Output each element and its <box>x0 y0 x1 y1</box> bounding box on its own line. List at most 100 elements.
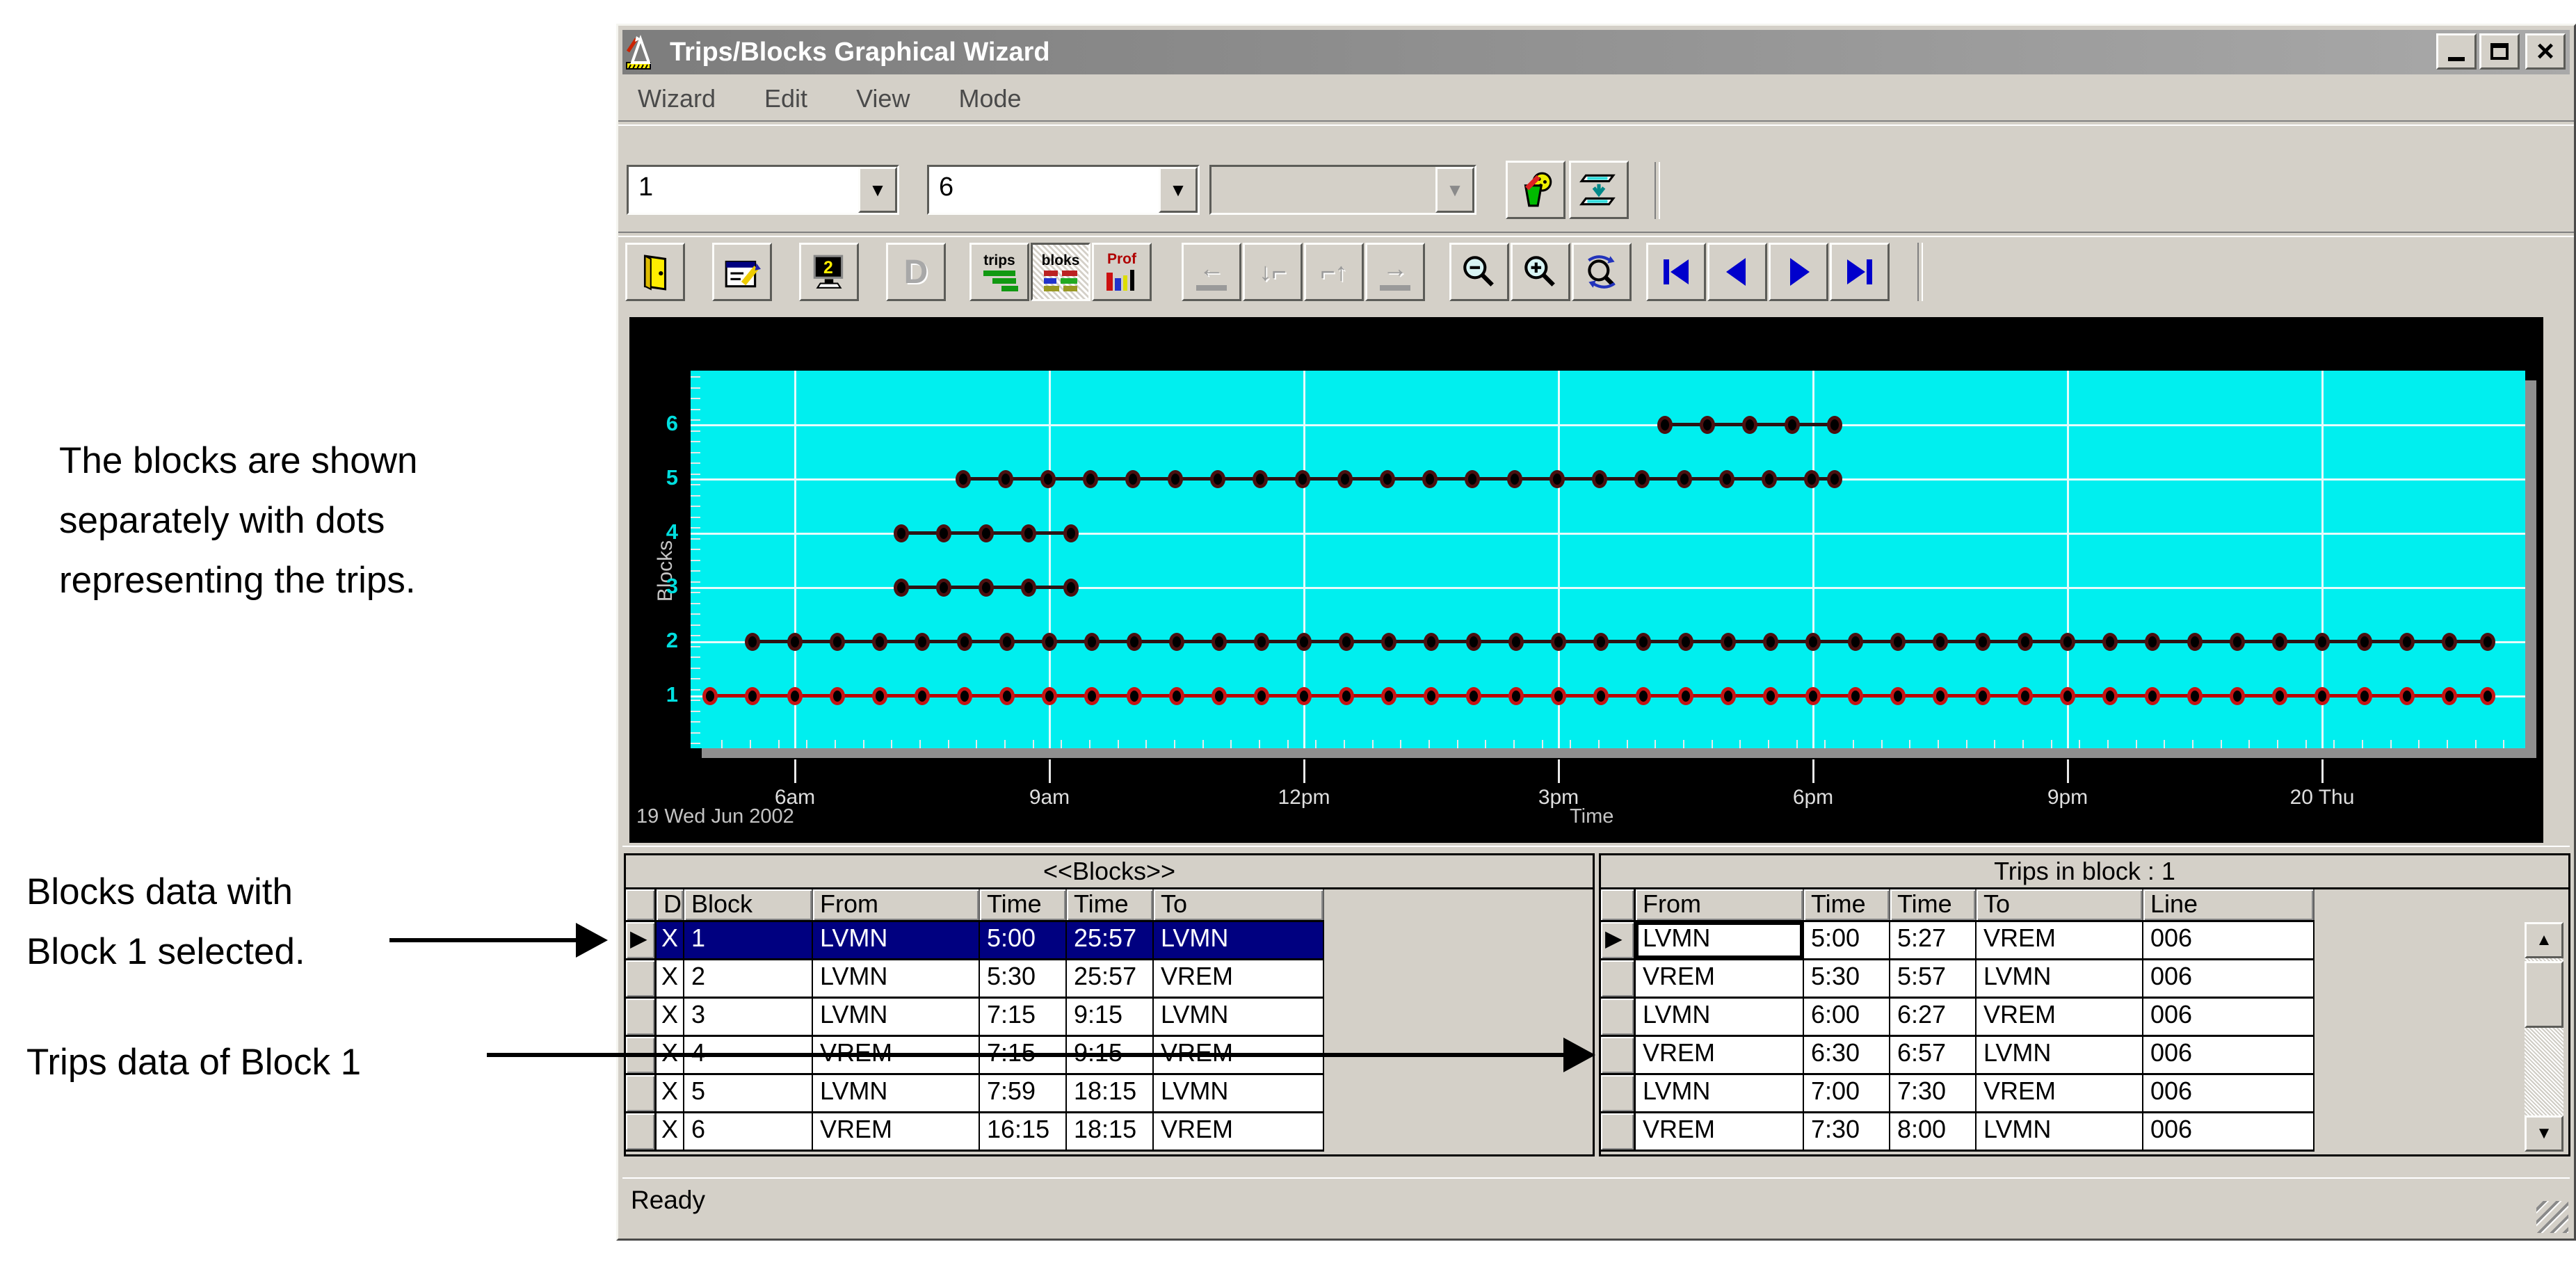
trip-dot[interactable] <box>1381 633 1396 651</box>
column-header[interactable]: From <box>1636 889 1804 920</box>
trip-dot[interactable] <box>830 633 845 651</box>
trip-dot[interactable] <box>1169 687 1184 705</box>
trip-dot[interactable] <box>2102 633 2118 651</box>
trip-dot[interactable] <box>1084 687 1100 705</box>
trip-dot[interactable] <box>999 687 1015 705</box>
table-cell[interactable]: LVMN <box>813 922 980 958</box>
trip-dot[interactable] <box>2145 633 2160 651</box>
chevron-down-icon[interactable]: ▼ <box>1159 167 1198 213</box>
trip-dot[interactable] <box>2315 633 2330 651</box>
trip-dot[interactable] <box>1636 633 1651 651</box>
table-cell[interactable]: X <box>657 922 684 958</box>
table-cell[interactable]: 16:15 <box>980 1113 1067 1150</box>
column-header[interactable]: To <box>1154 889 1324 920</box>
trip-dot[interactable] <box>1168 470 1183 488</box>
trip-dot[interactable] <box>1592 470 1607 488</box>
trip-dot[interactable] <box>1422 470 1438 488</box>
scroll-up-button[interactable]: ▲ <box>2525 922 2563 958</box>
plot-area[interactable] <box>691 371 2525 748</box>
trip-dot[interactable] <box>2230 687 2245 705</box>
scrollbar-thumb[interactable] <box>2525 961 2563 1028</box>
minimize-button[interactable] <box>2436 33 2477 70</box>
table-cell[interactable]: VREM <box>1636 960 1804 997</box>
chevron-down-icon[interactable]: ▼ <box>858 167 897 213</box>
trip-dot[interactable] <box>1593 633 1609 651</box>
trip-dot[interactable] <box>936 579 951 597</box>
trip-dot[interactable] <box>1975 687 1990 705</box>
nav-next-button[interactable] <box>1769 243 1828 301</box>
trip-dot[interactable] <box>1848 687 1863 705</box>
table-cell[interactable]: 5:00 <box>1804 922 1890 958</box>
close-button[interactable]: × <box>2525 33 2566 70</box>
row-selector[interactable] <box>626 960 657 997</box>
trip-dot[interactable] <box>957 633 972 651</box>
trip-dot[interactable] <box>999 633 1015 651</box>
trip-dot[interactable] <box>1636 687 1651 705</box>
column-header[interactable]: D <box>657 889 684 920</box>
trip-dot[interactable] <box>1933 687 1948 705</box>
trip-dot[interactable] <box>979 579 994 597</box>
trip-dot[interactable] <box>1848 633 1863 651</box>
table-cell[interactable]: 1 <box>684 922 813 958</box>
zoom-out-button[interactable] <box>1449 243 1509 301</box>
table-cell[interactable]: 5:30 <box>980 960 1067 997</box>
row-selector[interactable]: ▶ <box>1601 922 1636 958</box>
trip-dot[interactable] <box>2230 633 2245 651</box>
zoom-reset-button[interactable] <box>1572 243 1632 301</box>
table-cell[interactable]: LVMN <box>1636 999 1804 1035</box>
table-cell[interactable]: 7:00 <box>1804 1075 1890 1111</box>
column-header[interactable]: Time <box>1804 889 1890 920</box>
column-header[interactable]: Time <box>1067 889 1154 920</box>
menu-wizard[interactable]: Wizard <box>638 84 716 113</box>
trip-dot[interactable] <box>1253 470 1268 488</box>
trip-dot[interactable] <box>830 687 845 705</box>
table-row[interactable]: X3LVMN7:159:15LVMN <box>626 999 1324 1037</box>
table-cell[interactable]: VREM <box>1154 1113 1324 1150</box>
trip-dot[interactable] <box>1805 687 1821 705</box>
trip-dot[interactable] <box>1040 470 1056 488</box>
table-row[interactable]: X5LVMN7:5918:15LVMN <box>626 1075 1324 1113</box>
table-cell[interactable]: 6:57 <box>1890 1037 1977 1073</box>
trip-dot[interactable] <box>1211 633 1227 651</box>
table-cell[interactable]: 6:30 <box>1804 1037 1890 1073</box>
menu-edit[interactable]: Edit <box>764 84 807 113</box>
table-cell[interactable]: 6 <box>684 1113 813 1150</box>
table-cell[interactable]: 7:30 <box>1890 1075 1977 1111</box>
table-cell[interactable]: 006 <box>2143 1037 2315 1073</box>
trip-dot[interactable] <box>956 470 971 488</box>
table-cell[interactable]: 006 <box>2143 960 2315 997</box>
profile-view-button[interactable]: Prof <box>1092 243 1152 301</box>
nav-first-button[interactable] <box>1646 243 1706 301</box>
blocks-view-button[interactable]: bloks <box>1031 243 1090 301</box>
trip-dot[interactable] <box>2145 687 2160 705</box>
table-cell[interactable]: LVMN <box>1154 922 1324 958</box>
trip-dot[interactable] <box>1657 416 1673 434</box>
table-cell[interactable]: 5:00 <box>980 922 1067 958</box>
column-header[interactable]: Block <box>684 889 813 920</box>
trip-dot[interactable] <box>1804 470 1819 488</box>
trip-dot[interactable] <box>1551 633 1566 651</box>
trip-dot[interactable] <box>787 687 803 705</box>
trip-dot[interactable] <box>745 633 760 651</box>
trip-dot[interactable] <box>894 579 909 597</box>
table-cell[interactable]: VREM <box>1154 960 1324 997</box>
table-row[interactable]: ▶X1LVMN5:0025:57LVMN <box>626 922 1324 960</box>
table-cell[interactable]: 9:15 <box>1067 999 1154 1035</box>
trip-dot[interactable] <box>1719 470 1734 488</box>
trip-dot[interactable] <box>2442 633 2457 651</box>
trip-dot[interactable] <box>702 687 718 705</box>
table-cell[interactable]: LVMN <box>1636 1075 1804 1111</box>
table-row[interactable]: X2LVMN5:3025:57VREM <box>626 960 1324 999</box>
row-selector[interactable] <box>1601 999 1636 1035</box>
row-selector[interactable] <box>1601 1113 1636 1150</box>
trip-dot[interactable] <box>1827 416 1842 434</box>
trip-dot[interactable] <box>1677 470 1692 488</box>
trip-dot[interactable] <box>1549 470 1565 488</box>
table-row[interactable]: VREM6:306:57LVMN006 <box>1601 1037 2315 1075</box>
trip-dot[interactable] <box>1827 470 1842 488</box>
trip-dot[interactable] <box>1296 633 1312 651</box>
trip-dot[interactable] <box>2187 633 2203 651</box>
trip-dot[interactable] <box>1890 687 1906 705</box>
trip-dot[interactable] <box>1763 633 1778 651</box>
maximize-button[interactable] <box>2479 33 2520 70</box>
